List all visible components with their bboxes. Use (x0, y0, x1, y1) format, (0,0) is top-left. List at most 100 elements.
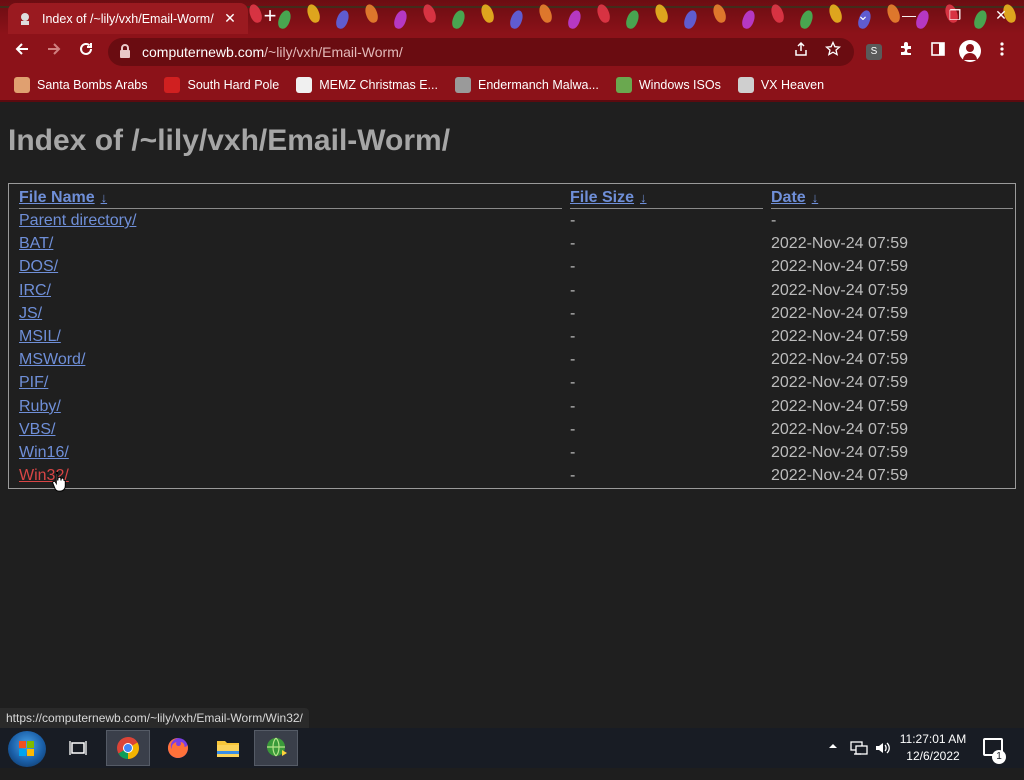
table-row: Ruby/ - 2022-Nov-24 07:59 (9, 395, 1015, 418)
notification-count-badge: 1 (992, 750, 1006, 764)
column-header-name: File Name ↓ (19, 187, 562, 209)
file-size-cell: - (570, 328, 576, 345)
lock-icon[interactable] (120, 44, 130, 60)
file-size-cell: - (570, 374, 576, 392)
directory-listing-table: File Name ↓ File Size ↓ Date ↓ Parent direc… (8, 183, 1016, 489)
task-view-button[interactable] (56, 730, 100, 766)
file-name-cell: Ruby/ (19, 395, 61, 418)
file-size-cell: - (570, 467, 576, 485)
folder-icon (217, 741, 239, 757)
clock-date: 12/6/2022 (906, 749, 960, 763)
file-size-cell: - (570, 212, 576, 229)
minimize-button[interactable]: — (886, 0, 932, 30)
table-row: DOS/ - 2022-Nov-24 07:59 (9, 255, 1015, 278)
table-row: Parent directory/ - - (9, 209, 1015, 232)
directory-link[interactable]: BAT/ (19, 235, 53, 252)
table-row: PIF/ - 2022-Nov-24 07:59 (9, 371, 1015, 394)
link-status-bar: https://computernewb.com/~lily/vxh/Email… (0, 708, 309, 728)
table-row: MSWord/ - 2022-Nov-24 07:59 (9, 348, 1015, 371)
file-name-cell: IRC/ (19, 279, 51, 302)
file-name-cell: DOS/ (19, 255, 58, 278)
date-cell: 2022-Nov-24 07:59 (771, 235, 908, 253)
bookmark-item[interactable]: Windows ISOs (615, 77, 721, 93)
taskbar-network-app[interactable] (254, 730, 298, 766)
christmas-light-icon (392, 8, 409, 31)
vx-heaven-icon (737, 77, 754, 93)
sort-arrow-icon[interactable]: ↓ (812, 190, 819, 205)
christmas-light-icon (682, 8, 699, 31)
tab-search-button[interactable]: ⌄ (840, 0, 886, 30)
forward-arrow-icon (48, 43, 61, 55)
bookmark-item[interactable]: South Hard Pole (164, 77, 279, 93)
table-row: Win16/ - 2022-Nov-24 07:59 (9, 441, 1015, 464)
new-tab-button[interactable]: + (258, 5, 282, 28)
taskbar-chrome[interactable] (106, 730, 150, 766)
side-panel-icon[interactable] (927, 41, 949, 63)
sort-arrow-icon[interactable]: ↓ (101, 190, 108, 205)
christmas-light-icon (450, 8, 467, 31)
menu-kebab-icon[interactable] (991, 41, 1013, 63)
forward-button[interactable] (42, 40, 66, 64)
directory-link[interactable]: VBS/ (19, 421, 55, 438)
table-row: VBS/ - 2022-Nov-24 07:59 (9, 418, 1015, 441)
directory-link[interactable]: PIF/ (19, 374, 48, 391)
directory-link[interactable]: Parent directory/ (19, 212, 136, 229)
bookmark-item[interactable]: Santa Bombs Arabs (14, 77, 147, 93)
sort-by-name-link[interactable]: File Name (19, 189, 95, 206)
back-arrow-icon (15, 43, 28, 55)
volume-tray-icon[interactable] (874, 740, 892, 780)
toolbar: computernewb.com/~lily/vxh/Email-Worm/ S (0, 34, 1024, 70)
share-icon[interactable] (790, 41, 812, 63)
bookmark-item[interactable]: VX Heaven (737, 77, 824, 93)
url-host: computernewb.com (142, 44, 265, 60)
directory-link[interactable]: MSIL/ (19, 328, 61, 345)
sort-arrow-icon[interactable]: ↓ (640, 190, 647, 205)
date-cell: 2022-Nov-24 07:59 (771, 397, 908, 415)
extension-s-icon[interactable]: S (866, 44, 882, 60)
bookmark-star-icon[interactable] (822, 40, 844, 63)
directory-link[interactable]: MSWord/ (19, 351, 85, 368)
windows-taskbar: 11:27:01 AM 12/6/2022 1 (0, 728, 1024, 768)
file-name-cell: MSIL/ (19, 325, 61, 348)
clock-time: 11:27:01 AM (899, 732, 967, 746)
file-size-cell: - (570, 281, 576, 299)
bookmark-item[interactable]: Endermanch Malwa... (454, 77, 599, 93)
tab-close-icon[interactable]: ✕ (222, 10, 238, 27)
globe-download-icon (267, 737, 287, 757)
reload-button[interactable] (74, 40, 98, 64)
christmas-light-icon (566, 8, 583, 31)
address-bar[interactable]: computernewb.com/~lily/vxh/Email-Worm/ (108, 38, 854, 66)
restore-button[interactable]: ❐ (932, 0, 978, 30)
tab-active[interactable]: Index of /~lily/vxh/Email-Worm/ ✕ (8, 3, 248, 34)
network-tray-icon[interactable] (850, 740, 868, 780)
close-window-button[interactable]: ✕ (978, 0, 1024, 30)
memz-icon (296, 77, 313, 93)
page-title: Index of /~lily/vxh/Email-Worm/ (8, 124, 451, 157)
date-cell: 2022-Nov-24 07:59 (771, 281, 908, 299)
directory-link[interactable]: DOS/ (19, 258, 58, 275)
taskbar-firefox[interactable] (156, 730, 200, 766)
file-size-cell: - (570, 351, 576, 369)
address-url[interactable]: computernewb.com/~lily/vxh/Email-Worm/ (142, 38, 403, 66)
back-button[interactable] (10, 40, 34, 64)
start-button[interactable] (8, 731, 46, 767)
directory-link[interactable]: JS/ (19, 305, 42, 322)
show-hidden-icons-button[interactable] (828, 740, 838, 780)
sort-by-date-link[interactable]: Date (771, 189, 806, 206)
table-row: MSIL/ - 2022-Nov-24 07:59 (9, 325, 1015, 348)
page-content: Index of /~lily/vxh/Email-Worm/ File Nam… (0, 102, 1024, 728)
taskbar-clock[interactable]: 11:27:01 AM 12/6/2022 (896, 731, 970, 765)
sort-by-size-link[interactable]: File Size (570, 189, 634, 206)
christmas-light-icon (740, 8, 757, 31)
directory-link[interactable]: Ruby/ (19, 398, 61, 415)
bookmark-item[interactable]: MEMZ Christmas E... (296, 77, 438, 93)
directory-link[interactable]: Win16/ (19, 444, 69, 461)
profile-avatar-icon[interactable] (959, 40, 981, 62)
date-cell: 2022-Nov-24 07:59 (771, 444, 908, 461)
date-cell: 2022-Nov-24 07:59 (771, 351, 908, 369)
taskbar-file-explorer[interactable] (206, 730, 250, 766)
christmas-light-icon (508, 8, 525, 31)
enderman-icon (454, 77, 471, 93)
extensions-puzzle-icon[interactable] (895, 41, 917, 63)
directory-link[interactable]: IRC/ (19, 282, 51, 299)
